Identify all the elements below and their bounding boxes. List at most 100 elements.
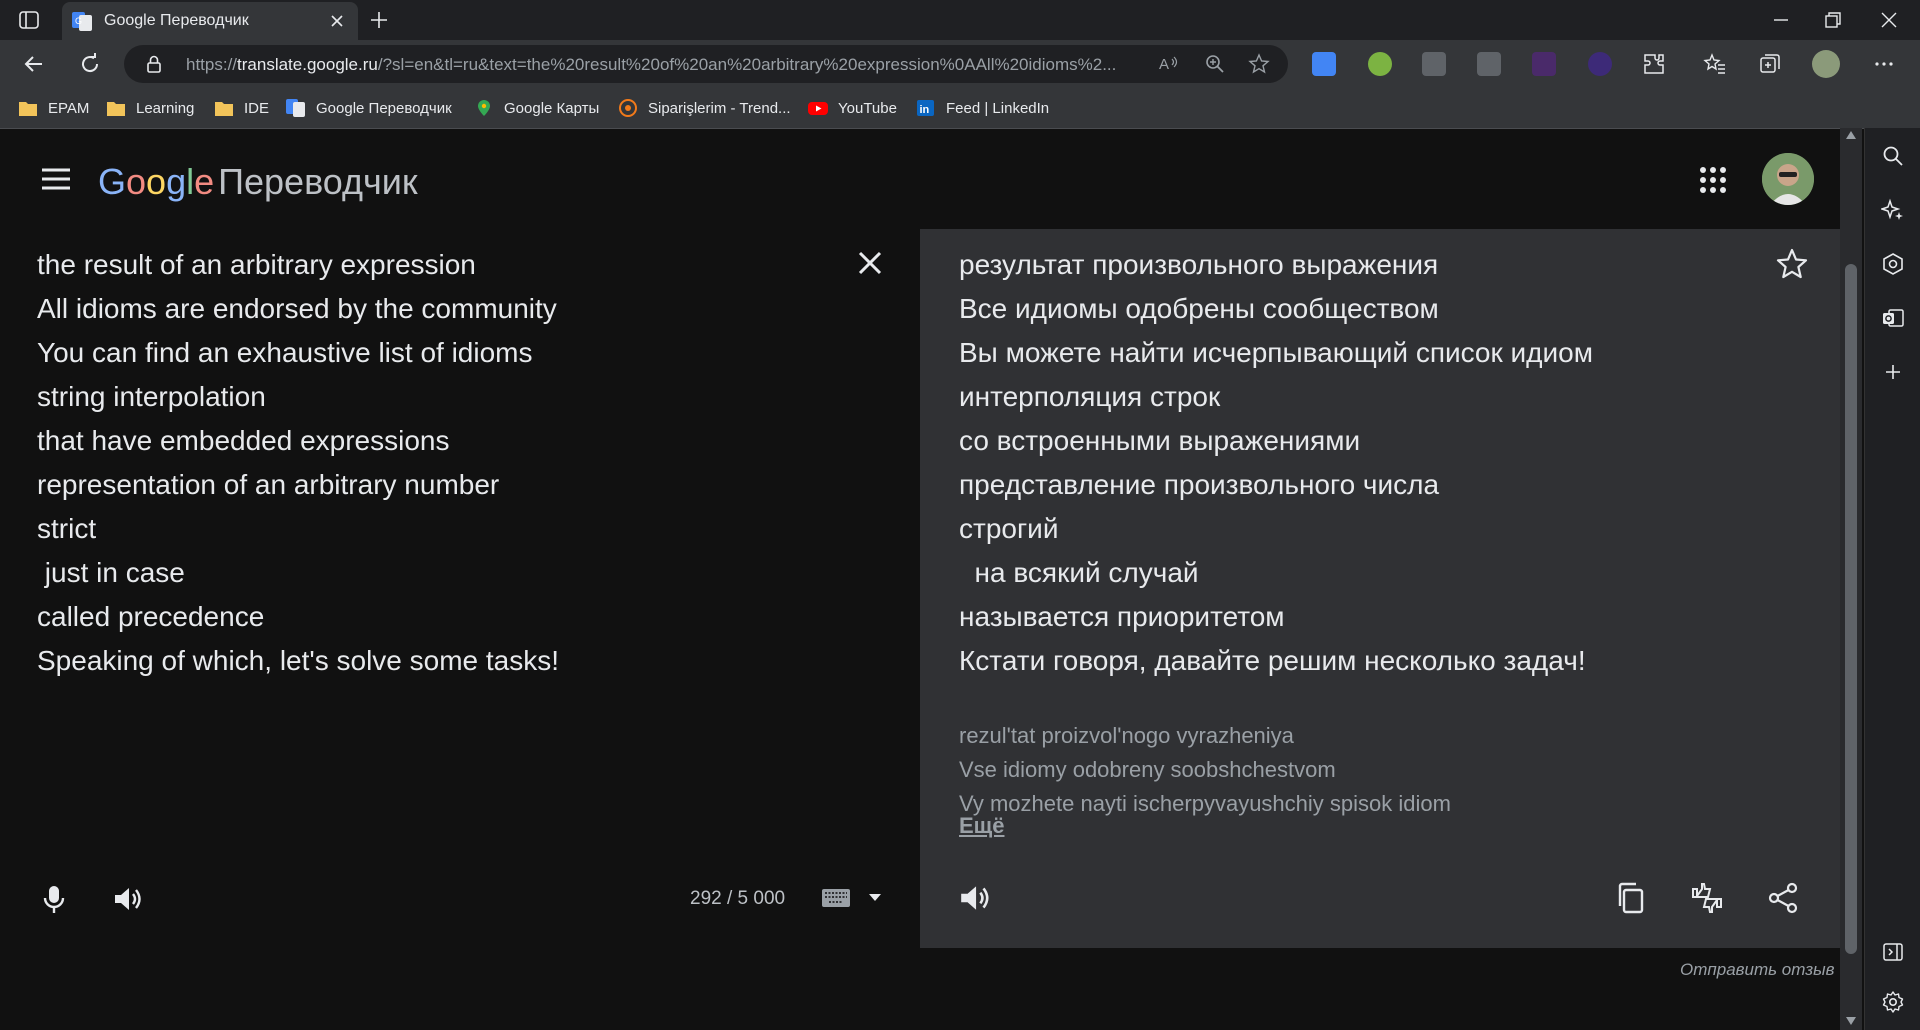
page-scrollbar[interactable] [1840, 128, 1862, 1030]
bookmark-learning[interactable]: Learning [106, 97, 194, 119]
browser-tab-bar: G Google Переводчик [0, 0, 1920, 40]
menu-icon[interactable] [40, 165, 72, 193]
trendyol-icon [619, 99, 637, 117]
app-logo[interactable]: Google Переводчик [98, 161, 418, 203]
collections-icon[interactable] [1758, 52, 1782, 76]
folder-icon [107, 102, 125, 116]
source-text[interactable]: the result of an arbitrary expression Al… [37, 243, 857, 683]
translate-extension-icon[interactable] [1312, 52, 1336, 76]
source-panel[interactable]: the result of an arbitrary expression Al… [0, 229, 920, 948]
dot-extension-icon[interactable] [1588, 52, 1612, 76]
scroll-down-arrow-icon[interactable] [1845, 1016, 1857, 1026]
browser-toolbar: https://translate.google.ru/?sl=en&tl=ru… [0, 40, 1920, 88]
target-panel: результат произвольного выражения Все ид… [920, 229, 1840, 948]
url-text[interactable]: https://translate.google.ru/?sl=en&tl=ru… [186, 55, 1186, 75]
scrollbar-thumb[interactable] [1845, 264, 1857, 954]
logo-google: Google [98, 161, 215, 202]
folder-icon [215, 102, 233, 116]
translation-line: результат произвольного выражения [959, 249, 1439, 280]
translation-line: Кстати говоря, давайте решим несколько з… [959, 645, 1586, 676]
bookmark-trendyol[interactable]: Siparişlerim - Trend... [618, 97, 791, 119]
bookmark-ide[interactable]: IDE [214, 97, 269, 119]
transliteration-line: Vse idiomy odobreny soobshchestvom [959, 757, 1336, 782]
close-tab-icon[interactable] [328, 12, 346, 30]
profile-avatar[interactable] [1812, 50, 1840, 78]
youtube-icon [808, 102, 828, 115]
new-tab-icon[interactable] [368, 9, 390, 31]
account-avatar[interactable] [1762, 153, 1814, 205]
browser-tab-active[interactable]: G Google Переводчик [62, 2, 358, 40]
rate-translation-icon[interactable] [1690, 881, 1724, 915]
source-line: that have embedded expressions [37, 425, 450, 456]
translation-line: Вы можете найти исчерпывающий список иди… [959, 337, 1593, 368]
analytics-extension-icon[interactable] [1477, 52, 1501, 76]
close-window-icon[interactable] [1878, 9, 1900, 31]
shopping-icon[interactable] [1881, 252, 1905, 276]
tab-title: Google Переводчик [104, 12, 249, 29]
bookmark-google-maps[interactable]: Google Карты [474, 97, 599, 119]
outlook-icon[interactable] [1881, 306, 1905, 330]
bookmark-youtube[interactable]: YouTube [808, 97, 897, 119]
linkedin-icon: in [917, 100, 934, 116]
listen-source-icon[interactable] [112, 883, 144, 915]
translation-line: на всякий случай [959, 557, 1199, 588]
show-more-link[interactable]: Ещё [959, 813, 1004, 839]
google-translate-icon: G [72, 11, 92, 31]
source-line: You can find an exhaustive list of idiom… [37, 337, 533, 368]
purple-extension-icon[interactable] [1532, 52, 1556, 76]
folder-icon [19, 102, 37, 116]
source-line: the result of an arbitrary expression [37, 249, 476, 280]
google-apps-icon[interactable] [1698, 165, 1728, 195]
favorites-icon[interactable] [1703, 52, 1727, 76]
music-extension-icon[interactable] [1368, 52, 1392, 76]
translation-line: представление произвольного числа [959, 469, 1440, 500]
hide-sidebar-icon[interactable] [1881, 940, 1905, 964]
discover-sparkle-icon[interactable] [1881, 198, 1905, 222]
zoom-icon[interactable] [1204, 53, 1226, 75]
translation-line: со встроенными выражениями [959, 425, 1361, 456]
translation-line: называется приоритетом [959, 601, 1285, 632]
microphone-icon[interactable] [38, 883, 70, 915]
source-line: representation of an arbitrary number [37, 469, 500, 500]
search-icon[interactable] [1881, 144, 1905, 168]
more-options-icon[interactable] [1872, 52, 1896, 76]
bookmark-google-translate[interactable]: Google Переводчик [286, 97, 452, 119]
google-translate-icon [286, 99, 305, 117]
svg-text:in: in [920, 104, 930, 116]
send-feedback-link[interactable]: Отправить отзыв [1680, 960, 1835, 980]
back-icon[interactable] [22, 52, 46, 76]
translation-line: интерполяция строк [959, 381, 1221, 412]
lock-icon[interactable] [144, 54, 164, 74]
read-aloud-icon[interactable]: A [1158, 53, 1180, 75]
keyboard-icon[interactable] [822, 889, 850, 907]
restore-icon[interactable] [1822, 9, 1844, 31]
google-maps-icon [478, 100, 490, 116]
clear-source-icon[interactable] [856, 249, 884, 277]
bookmark-epam[interactable]: EPAM [18, 97, 89, 119]
add-favorite-icon[interactable] [1248, 53, 1270, 75]
copy-translation-icon[interactable] [1614, 881, 1648, 915]
save-translation-star-icon[interactable] [1775, 247, 1809, 281]
settings-gear-icon[interactable] [1881, 990, 1905, 1014]
transliteration: rezul'tat proizvol'nogo vyrazheniya Vse … [959, 719, 1759, 821]
bookmark-linkedin[interactable]: in Feed | LinkedIn [916, 97, 1049, 119]
stats-extension-icon[interactable] [1422, 52, 1446, 76]
svg-text:A: A [1159, 56, 1169, 73]
translation-text[interactable]: результат произвольного выражения Все ид… [959, 243, 1759, 683]
minimize-icon[interactable] [1770, 9, 1792, 31]
address-bar[interactable]: https://translate.google.ru/?sl=en&tl=ru… [124, 45, 1288, 83]
add-sidebar-app-icon[interactable] [1881, 360, 1905, 384]
translate-page: Google Переводчик the result of an arbitr… [0, 129, 1840, 1030]
keyboard-dropdown-icon[interactable] [868, 893, 882, 903]
character-count: 292 / 5 000 [690, 888, 786, 909]
listen-translation-icon[interactable] [958, 881, 992, 915]
refresh-icon[interactable] [78, 52, 102, 76]
extensions-icon[interactable] [1642, 52, 1666, 76]
source-line: strict [37, 513, 97, 544]
scroll-up-arrow-icon[interactable] [1845, 130, 1857, 140]
source-line: All idioms are endorsed by the community [37, 293, 557, 324]
tab-actions-icon[interactable] [18, 10, 40, 30]
bookmarks-bar: EPAM Learning IDE Google Переводчик Goog… [0, 88, 1920, 129]
share-icon[interactable] [1766, 881, 1800, 915]
source-line: just in case [37, 557, 185, 588]
